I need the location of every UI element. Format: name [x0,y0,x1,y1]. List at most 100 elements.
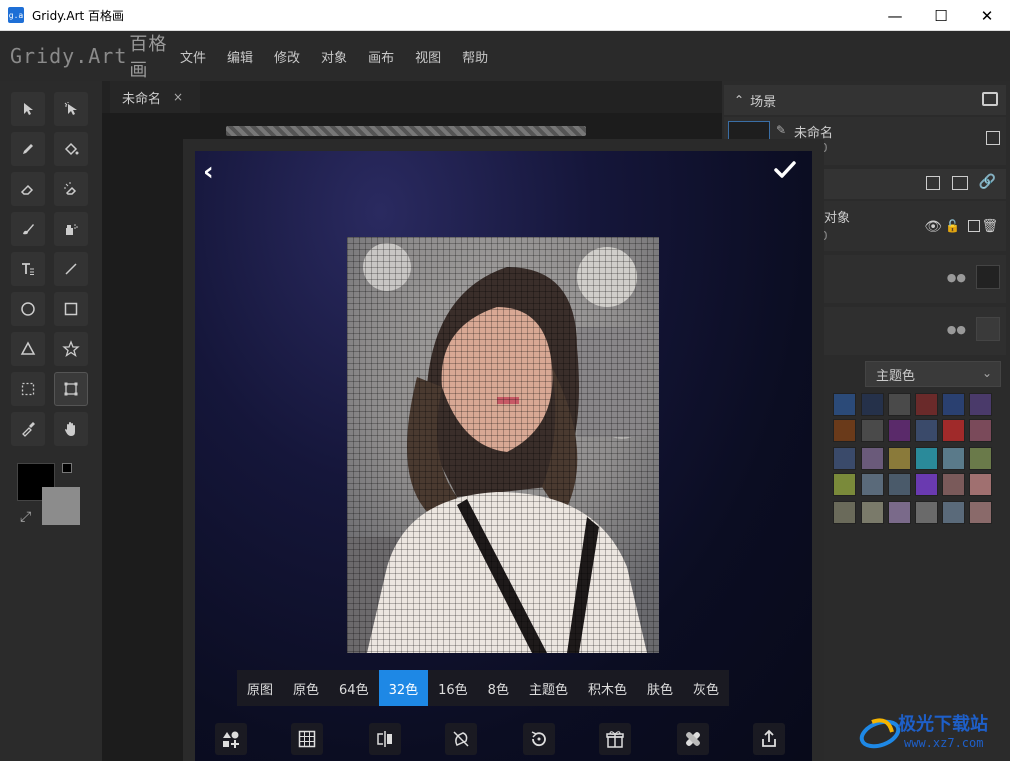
palette-swatch[interactable] [915,419,938,442]
palette-swatch[interactable] [942,501,965,524]
back-arrow-icon[interactable]: ‹ [203,157,214,187]
direct-select-tool-icon[interactable] [54,92,88,126]
palette-swatch[interactable] [861,419,884,442]
rectangle-tool-icon[interactable] [54,292,88,326]
palette-select-value: 主题色 [876,368,916,384]
option-8-colors[interactable]: 8色 [478,670,519,706]
palette-swatch[interactable] [833,473,856,496]
hidden-eye-icon[interactable]: ●● [947,271,966,284]
palette-swatch[interactable] [915,447,938,470]
star-tool-icon[interactable] [54,332,88,366]
link-icon[interactable]: 🔗 [979,174,996,190]
artboard-icon[interactable] [926,176,940,190]
palette-swatch[interactable] [888,473,911,496]
text-tool-icon[interactable] [11,252,45,286]
menu-object[interactable]: 对象 [321,47,347,66]
menu-edit[interactable]: 编辑 [227,47,253,66]
collapse-chevron-icon[interactable]: ⌃ [734,93,744,107]
eyedropper-tool-icon[interactable] [11,412,45,446]
palette-swatch[interactable] [888,393,911,416]
option-16-colors[interactable]: 16色 [428,670,478,706]
export-icon[interactable] [753,723,785,755]
palette-swatch[interactable] [969,473,992,496]
gift-icon[interactable] [599,723,631,755]
palette-swatch[interactable] [942,419,965,442]
palette-select[interactable]: 主题色 ⌄ [865,361,1001,387]
edit-icon[interactable]: ✎ [776,123,786,137]
magic-eraser-icon[interactable] [54,172,88,206]
option-original[interactable]: 原图 [237,670,283,706]
fill-bucket-icon[interactable] [54,132,88,166]
delete-icon[interactable]: 🗑 [981,219,998,234]
option-skin-colors[interactable]: 肤色 [637,670,683,706]
palette-swatch[interactable] [942,393,965,416]
option-32-colors[interactable]: 32色 [378,670,429,706]
menu-view[interactable]: 视图 [415,47,441,66]
palette-swatch[interactable] [861,447,884,470]
layer-thumbnail [976,265,1000,289]
palette-swatch[interactable] [861,501,884,524]
eraser-tool-icon[interactable] [11,172,45,206]
palette-swatch[interactable] [888,501,911,524]
menu-canvas[interactable]: 画布 [368,47,394,66]
close-button[interactable]: ✕ [964,0,1010,31]
triangle-tool-icon[interactable] [11,332,45,366]
menu-help[interactable]: 帮助 [462,47,488,66]
spray-tool-icon[interactable] [54,212,88,246]
menu-file[interactable]: 文件 [180,47,206,66]
bandage-icon[interactable] [677,723,709,755]
palette-swatch[interactable] [833,393,856,416]
palette-swatch[interactable] [915,501,938,524]
menu-modify[interactable]: 修改 [274,47,300,66]
option-original-colors[interactable]: 原色 [283,670,329,706]
visibility-eye-icon[interactable]: 👁 [924,219,942,235]
hidden-eye-icon[interactable]: ●● [947,323,966,336]
pencil-tool-icon[interactable] [11,132,45,166]
palette-swatch[interactable] [915,473,938,496]
ellipse-tool-icon[interactable] [11,292,45,326]
palette-swatch[interactable] [888,419,911,442]
duplicate-scene-icon[interactable] [986,131,1000,145]
tab-untitled[interactable]: 未命名 × [110,81,200,113]
transform-tool-icon[interactable] [54,372,88,406]
tab-close-icon[interactable]: × [173,90,183,104]
palette-swatch[interactable] [833,419,856,442]
add-shapes-icon[interactable] [215,723,247,755]
confirm-check-icon[interactable] [772,157,798,187]
option-gray[interactable]: 灰色 [683,670,729,706]
reset-icon[interactable] [523,723,555,755]
minimize-button[interactable]: — [872,0,918,31]
preview-actions [195,721,812,761]
palette-swatch[interactable] [833,501,856,524]
default-colors-icon[interactable] [62,463,72,473]
palette-swatch[interactable] [969,501,992,524]
no-background-icon[interactable] [445,723,477,755]
marquee-select-icon[interactable] [11,372,45,406]
palette-swatch[interactable] [833,447,856,470]
lock-icon[interactable]: 🔓 [945,219,960,233]
palette-swatch[interactable] [888,447,911,470]
palette-swatch[interactable] [969,419,992,442]
swap-colors-icon[interactable]: ⤢ [20,509,31,525]
select-tool-icon[interactable] [11,92,45,126]
palette-swatch[interactable] [969,447,992,470]
option-block-colors[interactable]: 积木色 [578,670,637,706]
add-layer-icon[interactable] [968,220,980,232]
add-scene-icon[interactable] [982,92,998,106]
palette-swatch[interactable] [915,393,938,416]
background-color-swatch[interactable] [42,487,80,525]
palette-swatch[interactable] [861,473,884,496]
grid-icon[interactable] [291,723,323,755]
palette-swatch[interactable] [969,393,992,416]
maximize-button[interactable]: ☐ [918,0,964,31]
palette-swatch[interactable] [942,473,965,496]
option-64-colors[interactable]: 64色 [329,670,379,706]
line-tool-icon[interactable] [54,252,88,286]
flip-icon[interactable] [369,723,401,755]
hand-tool-icon[interactable] [54,412,88,446]
palette-swatch[interactable] [861,393,884,416]
option-theme-colors[interactable]: 主题色 [519,670,578,706]
brush-tool-icon[interactable] [11,212,45,246]
palette-swatch[interactable] [942,447,965,470]
image-icon[interactable] [952,176,968,190]
